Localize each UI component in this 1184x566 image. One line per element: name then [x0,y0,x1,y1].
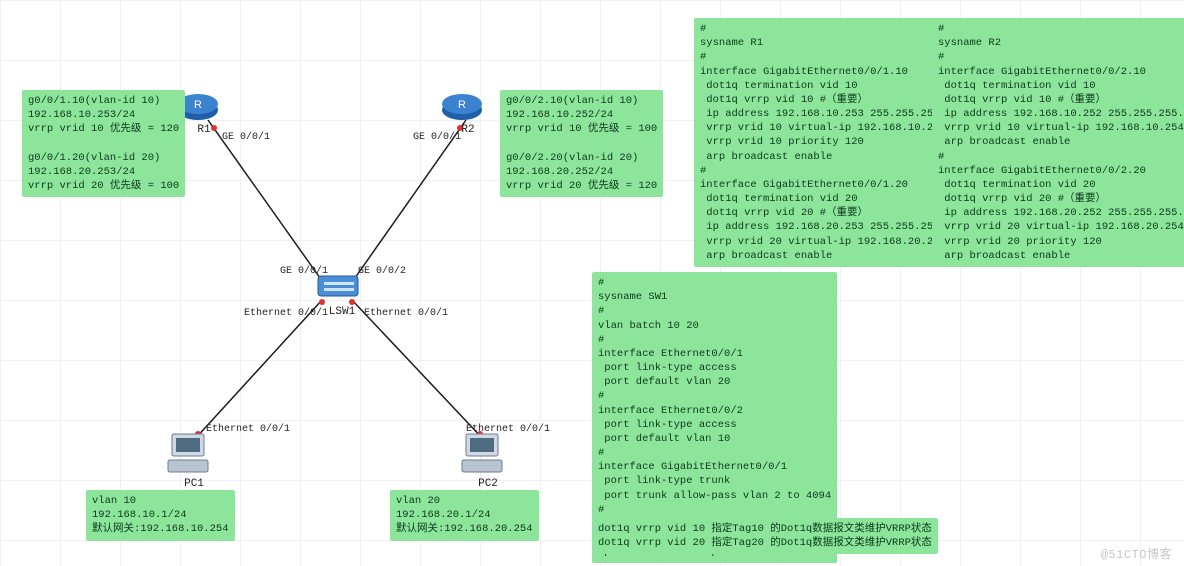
port-r2-ge001: GE 0/0/1 [413,132,461,143]
router-r2[interactable]: R R2 [440,90,496,136]
pc1-info: vlan 10 192.168.10.1/24 默认网关:192.168.10.… [86,490,235,541]
port-pc2-e001: Ethernet 0/0/1 [466,424,550,435]
pc1-label: PC1 [164,478,224,490]
pc2[interactable]: PC2 [458,432,518,490]
port-sw-e002: Ethernet 0/0/1 [364,308,448,319]
port-r1-ge001: GE 0/0/1 [222,132,270,143]
r2-config: # sysname R2 # interface GigabitEthernet… [932,18,1184,267]
r1-config: # sysname R1 # interface GigabitEthernet… [694,18,958,267]
svg-text:R: R [458,99,466,111]
r1-interface-summary: g0/0/1.10(vlan-id 10) 192.168.10.253/24 … [22,90,185,197]
pc2-info: vlan 20 192.168.20.1/24 默认网关:192.168.20.… [390,490,539,541]
port-sw-e001: Ethernet 0/0/1 [244,308,328,319]
pc1[interactable]: PC1 [164,432,224,490]
r2-interface-summary: g0/0/2.10(vlan-id 10) 192.168.10.252/24 … [500,90,663,197]
watermark: @51CTO博客 [1101,545,1172,562]
port-sw-ge001: GE 0/0/1 [280,266,328,277]
svg-text:R: R [194,99,202,111]
port-sw-ge002: GE 0/0/2 [358,266,406,277]
vrrp-note: dot1q vrrp vid 10 指定Tag10 的Dot1q数据报文类维护V… [592,518,938,554]
pc2-label: PC2 [458,478,518,490]
port-pc1-e001: Ethernet 0/0/1 [206,424,290,435]
